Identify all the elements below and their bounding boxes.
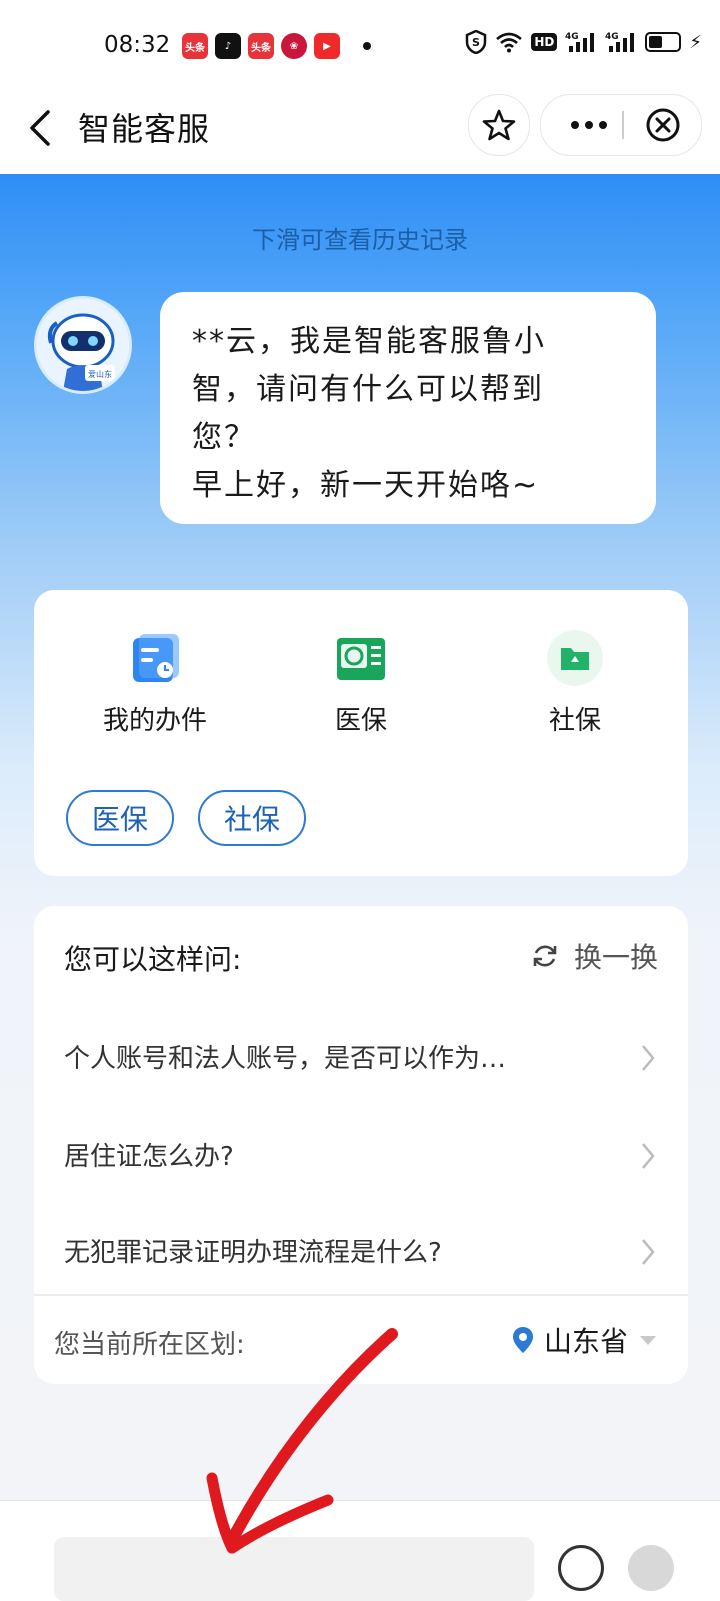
service-card: 我的办件 医保 社保 医保 社保: [34, 590, 688, 876]
suggested-question[interactable]: 个人账号和法人账号，是否可以作为…: [64, 1030, 658, 1084]
chevron-right-icon: [642, 1045, 655, 1071]
svg-text:爱山东: 爱山东: [88, 369, 112, 379]
greeting-line: 您？: [192, 420, 256, 455]
close-circle-icon: [646, 108, 680, 142]
system-icons: S HD 4G 4G ⚡: [465, 30, 702, 54]
caret-down-icon: [640, 1336, 656, 1345]
shield-icon: S: [465, 30, 487, 54]
page-title: 智能客服: [78, 110, 211, 148]
video-play-icon: ▶: [314, 33, 340, 59]
location-pin-icon: [512, 1327, 533, 1353]
toutiao-icon: 头条: [248, 33, 274, 59]
avatar: 爱山东: [34, 296, 132, 394]
refresh-label: 换一换: [573, 941, 658, 974]
history-hint[interactable]: 下滑可查看历史记录: [0, 220, 720, 255]
wifi-icon: [495, 31, 523, 53]
back-button[interactable]: [22, 106, 62, 150]
refresh-icon: [533, 945, 557, 967]
capsule-divider: [622, 111, 624, 139]
question-text: 无犯罪记录证明办理流程是什么?: [64, 1238, 442, 1268]
signal-4g-icon: 4G: [565, 30, 597, 54]
service-label: 我的办件: [102, 706, 207, 736]
voice-button[interactable]: [558, 1545, 604, 1591]
greeting-line: 智，请问有什么可以帮到: [192, 372, 544, 407]
hd-icon: HD: [531, 33, 558, 51]
service-social-security[interactable]: 社保: [500, 630, 650, 737]
service-medical-insurance[interactable]: 医保: [286, 630, 436, 737]
question-text: 居住证怎么办?: [64, 1142, 234, 1172]
svg-text:S: S: [472, 36, 480, 49]
greeting-line: 早上好，新一天开始咯~: [192, 468, 540, 503]
robot-mascot-icon: 爱山东: [37, 299, 129, 391]
tiktok-icon: ♪: [215, 33, 241, 59]
more-actions-button[interactable]: [628, 1545, 674, 1591]
charging-icon: ⚡: [689, 31, 702, 53]
status-time: 08:32: [104, 32, 171, 58]
greeting-bubble: **云，我是智能客服鲁小 智，请问有什么可以帮到 您？ 早上好，新一天开始咯~: [160, 292, 656, 524]
folder-icon: [547, 630, 603, 686]
toutiao-news-icon: 头条: [182, 33, 208, 59]
message-input[interactable]: [54, 1537, 534, 1601]
chat-area[interactable]: 下滑可查看历史记录 爱山东 **云，我是智能客服鲁小 智，请问有什么可以帮到 您…: [0, 174, 720, 1500]
notification-icons: 头条 ♪ 头条 ❀ ▶: [182, 33, 371, 59]
input-bar: [0, 1500, 720, 1601]
refresh-button[interactable]: 换一换: [530, 936, 658, 976]
region-value: 山东省: [543, 1325, 628, 1358]
chip-social-security[interactable]: 社保: [198, 790, 307, 846]
more-button[interactable]: [559, 95, 619, 155]
medical-insurance-card-icon: [337, 638, 385, 680]
close-button[interactable]: [633, 95, 693, 155]
suggestions-title: 您可以这样问:: [64, 943, 242, 976]
divider: [34, 1294, 688, 1296]
greeting-line: **云，我是智能客服鲁小: [192, 324, 546, 359]
favorite-button[interactable]: [468, 94, 530, 156]
chip-medical-insurance[interactable]: 医保: [66, 790, 175, 846]
more-notifications-dot: [363, 42, 371, 50]
star-icon: [482, 109, 516, 141]
title-bar: 智能客服: [0, 92, 720, 174]
service-label: 社保: [548, 706, 601, 736]
svg-text:4G: 4G: [565, 32, 579, 42]
question-text: 个人账号和法人账号，是否可以作为…: [64, 1044, 507, 1074]
suggested-question[interactable]: 无犯罪记录证明办理流程是什么?: [64, 1224, 658, 1278]
service-label: 医保: [334, 706, 387, 736]
document-list-icon: [133, 634, 179, 682]
chevron-left-icon: [30, 110, 50, 146]
region-label: 您当前所在区划:: [54, 1330, 245, 1360]
region-selector[interactable]: 山东省: [512, 1320, 658, 1360]
more-dots-icon: [571, 121, 607, 129]
app-red-icon: ❀: [281, 33, 307, 59]
chevron-right-icon: [642, 1239, 655, 1265]
suggested-question[interactable]: 居住证怎么办?: [64, 1128, 658, 1182]
battery-icon: [645, 32, 682, 52]
quick-tags: 医保 社保: [66, 790, 307, 846]
miniprogram-capsule: [540, 94, 702, 156]
chevron-right-icon: [642, 1143, 655, 1169]
svg-text:4G: 4G: [605, 32, 619, 42]
suggestions-card: 您可以这样问: 换一换 个人账号和法人账号，是否可以作为… 居住证怎么办? 无犯…: [34, 906, 688, 1384]
status-bar: 08:32 头条 ♪ 头条 ❀ ▶ S HD 4G 4G ⚡: [0, 0, 720, 92]
service-my-cases[interactable]: 我的办件: [80, 630, 230, 737]
signal-4g-icon: 4G: [605, 30, 637, 54]
